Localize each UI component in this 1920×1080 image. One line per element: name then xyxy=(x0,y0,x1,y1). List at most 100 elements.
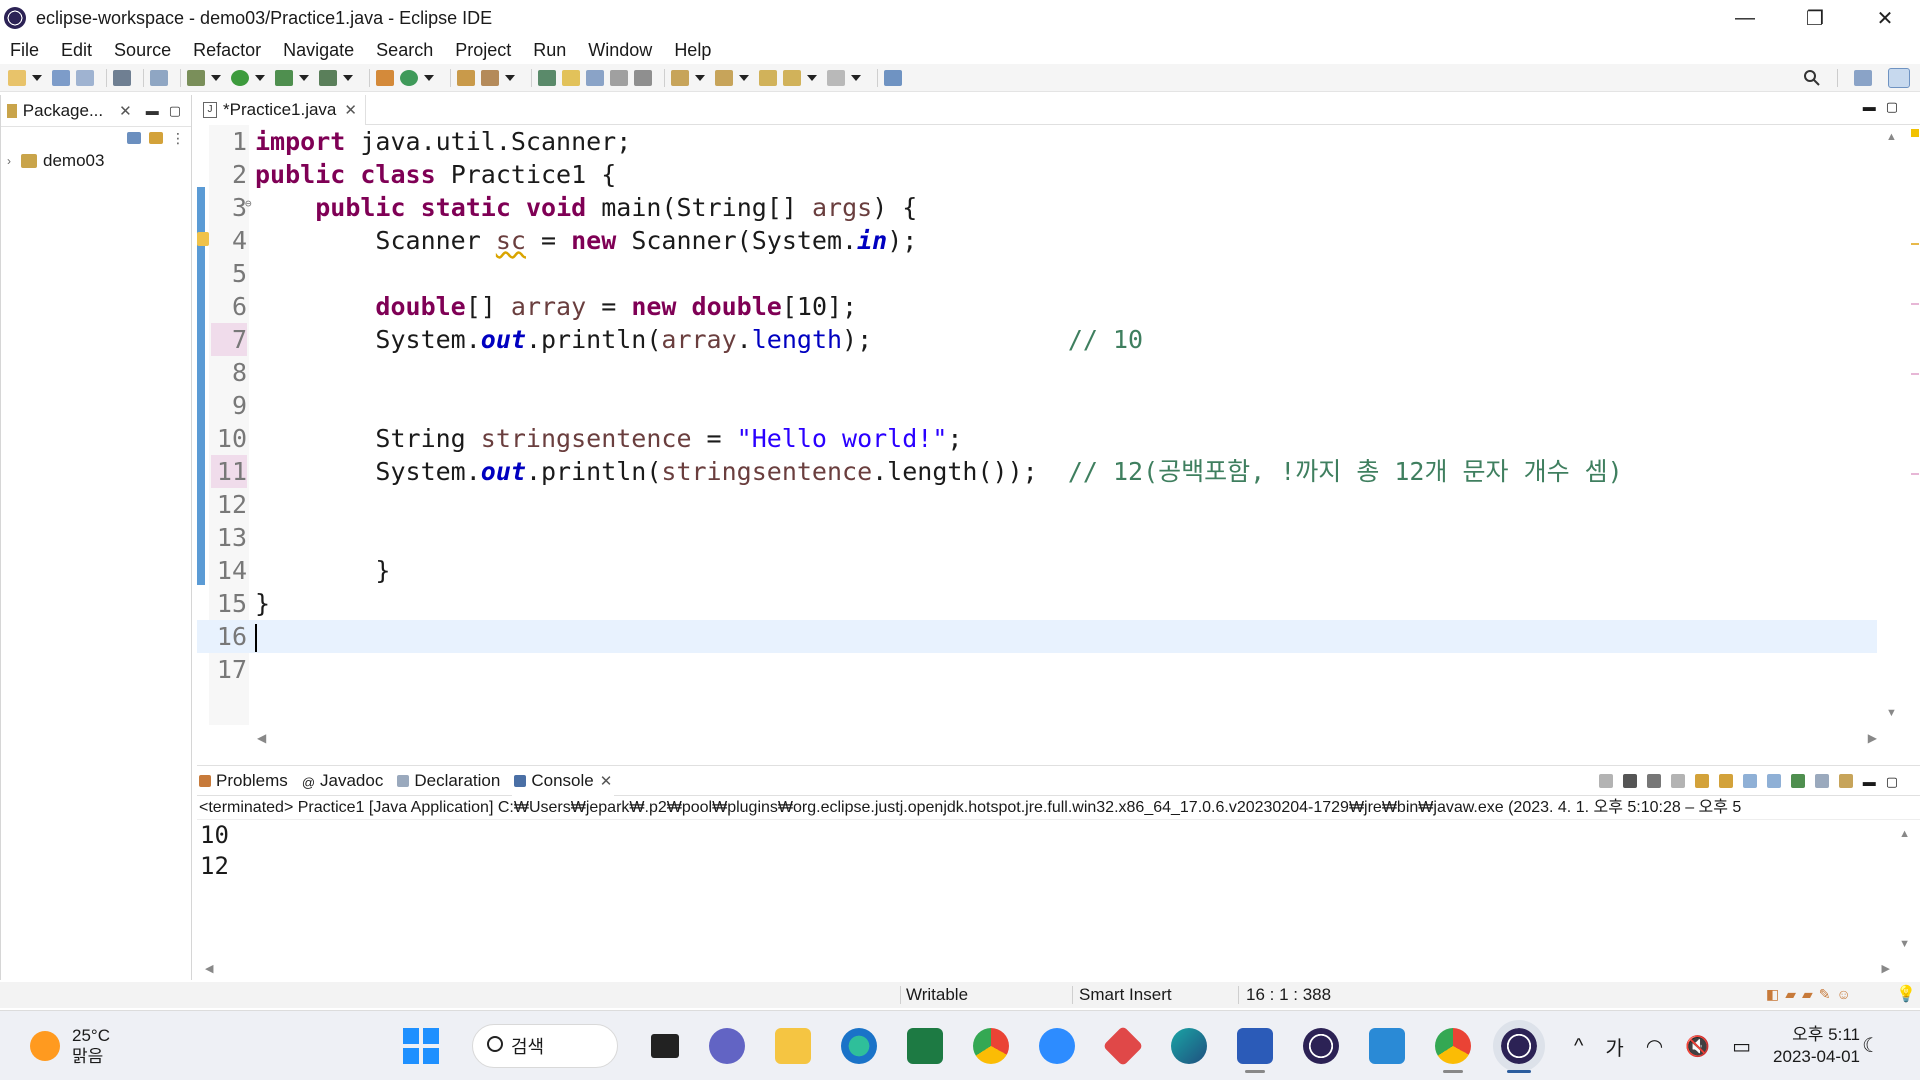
scroll-up-icon[interactable]: ▲ xyxy=(1886,131,1897,143)
task-view-icon[interactable] xyxy=(651,1034,679,1058)
show-whitespace-icon[interactable] xyxy=(634,69,652,86)
next-annotation-dropdown-icon[interactable] xyxy=(695,74,705,81)
next-annotation-icon[interactable] xyxy=(671,69,689,86)
teams-chat-icon[interactable] xyxy=(709,1028,745,1064)
scroll-up-icon[interactable]: ▲ xyxy=(1899,828,1910,840)
close-icon[interactable]: ✕ xyxy=(600,772,613,790)
menu-navigate[interactable]: Navigate xyxy=(283,40,354,61)
new-java-package-icon[interactable] xyxy=(376,69,394,86)
show-console-stdout-icon[interactable] xyxy=(1742,774,1757,788)
remove-launch-icon[interactable] xyxy=(1622,774,1637,788)
expand-arrow-icon[interactable]: › xyxy=(7,154,11,168)
pin-editor-icon[interactable] xyxy=(884,69,902,86)
run-dropdown-icon[interactable] xyxy=(255,74,265,81)
java-perspective-icon[interactable] xyxy=(1888,68,1910,88)
skip-breakpoints-icon[interactable] xyxy=(150,69,168,86)
search-dropdown-icon[interactable] xyxy=(505,74,515,81)
edge-browser-icon[interactable] xyxy=(841,1028,877,1064)
file-explorer-icon[interactable] xyxy=(775,1028,811,1064)
eclipse-active-icon[interactable] xyxy=(1493,1020,1545,1073)
wifi-icon[interactable]: ◠ xyxy=(1646,1034,1663,1059)
warning-icon[interactable] xyxy=(197,232,209,246)
show-console-stderr-icon[interactable] xyxy=(1766,774,1781,788)
minimize-maximize-icons[interactable]: ▬▢ xyxy=(1863,774,1908,790)
clear-console-icon[interactable] xyxy=(1670,774,1685,788)
menu-edit[interactable]: Edit xyxy=(61,40,92,61)
coverage-dropdown-icon[interactable] xyxy=(299,74,309,81)
new-icon[interactable] xyxy=(8,69,26,86)
warning-summary-icon[interactable] xyxy=(1911,129,1919,137)
minimize-maximize-icons[interactable]: ▬▢ xyxy=(1863,99,1908,115)
overview-mark[interactable] xyxy=(1911,243,1919,245)
toggle-block-selection-icon[interactable] xyxy=(586,69,604,86)
overview-mark[interactable] xyxy=(1911,303,1919,305)
scroll-left-icon[interactable]: ◀ xyxy=(257,731,266,745)
save-all-icon[interactable] xyxy=(76,69,94,86)
menu-project[interactable]: Project xyxy=(455,40,511,61)
new-class-dropdown-icon[interactable] xyxy=(424,74,434,81)
terminate-icon[interactable] xyxy=(1598,774,1613,788)
search-icon[interactable] xyxy=(1803,69,1821,87)
close-button[interactable]: ✕ xyxy=(1850,0,1920,36)
tip-bulb-icon[interactable]: 💡 xyxy=(1896,984,1916,1004)
scroll-left-icon[interactable]: ◀ xyxy=(205,962,213,975)
ime-indicator[interactable]: 가 xyxy=(1605,1032,1623,1061)
console-output[interactable]: 10 12 xyxy=(197,820,1920,882)
scroll-lock-icon[interactable] xyxy=(1694,774,1709,788)
editor-tab-practice1[interactable]: J *Practice1.java ✕ xyxy=(197,94,366,125)
chrome-profile-icon[interactable] xyxy=(1435,1028,1471,1073)
restore-button[interactable]: ❐ xyxy=(1780,0,1850,36)
status-insert-mode[interactable]: Smart Insert xyxy=(1079,985,1172,1005)
editor-vertical-scrollbar[interactable]: ▲ ▼ xyxy=(1882,129,1902,729)
save-icon[interactable] xyxy=(52,69,70,86)
annotation-icon[interactable] xyxy=(538,69,556,86)
fold-collapse-icon[interactable]: ⊖ xyxy=(245,187,252,220)
status-cursor-position[interactable]: 16 : 1 : 388 xyxy=(1246,985,1331,1005)
open-task-icon[interactable] xyxy=(481,69,499,86)
collapse-all-icon[interactable] xyxy=(127,132,141,144)
forward-dropdown-icon[interactable] xyxy=(851,74,861,81)
tab-problems[interactable]: Problems xyxy=(197,766,290,796)
menu-help[interactable]: Help xyxy=(674,40,711,61)
menu-refactor[interactable]: Refactor xyxy=(193,40,261,61)
show-hidden-icons-icon[interactable]: ^ xyxy=(1574,1035,1583,1058)
chrome-icon[interactable] xyxy=(973,1028,1009,1064)
link-with-editor-icon[interactable] xyxy=(149,132,163,144)
run-icon[interactable] xyxy=(231,69,249,86)
menu-file[interactable]: File xyxy=(10,40,39,61)
word-wrap-icon[interactable] xyxy=(1718,774,1733,788)
app-diamond-icon[interactable] xyxy=(1102,1025,1144,1067)
eclipse-app-icon[interactable] xyxy=(1303,1028,1339,1064)
battery-icon[interactable]: ▭ xyxy=(1732,1034,1751,1059)
previous-annotation-dropdown-icon[interactable] xyxy=(739,74,749,81)
new-dropdown-icon[interactable] xyxy=(32,74,42,81)
debug-icon[interactable] xyxy=(187,69,205,86)
scroll-right-icon[interactable]: ▶ xyxy=(1882,962,1890,975)
menu-window[interactable]: Window xyxy=(588,40,652,61)
toggle-mark-occurrences-icon[interactable] xyxy=(562,69,580,86)
volume-muted-icon[interactable]: 🔇 xyxy=(1685,1034,1710,1059)
forward-icon[interactable] xyxy=(827,69,845,86)
app-swirl-icon[interactable] xyxy=(1171,1028,1207,1064)
tab-javadoc[interactable]: @ Javadoc xyxy=(300,766,386,796)
scroll-down-icon[interactable]: ▼ xyxy=(1886,707,1897,719)
status-indicator-icons[interactable]: ◧▰▰✎☺ xyxy=(1766,986,1876,1002)
terminal-icon[interactable] xyxy=(113,69,131,86)
coverage-icon[interactable] xyxy=(275,69,293,86)
editor-horizontal-scrollbar[interactable]: ◀ ▶ xyxy=(257,731,1877,749)
overview-mark[interactable] xyxy=(1911,473,1919,475)
tab-declaration[interactable]: Declaration xyxy=(395,766,502,796)
minimize-maximize-icons[interactable]: ▬▢ xyxy=(146,103,191,119)
view-menu-icon[interactable]: ⋮ xyxy=(171,130,185,147)
overview-ruler[interactable] xyxy=(1910,129,1920,729)
pin-console-icon[interactable] xyxy=(1790,774,1805,788)
vscode-icon[interactable] xyxy=(1369,1028,1405,1064)
taskbar-search-box[interactable]: 검색 xyxy=(472,1024,618,1068)
notification-moon-icon[interactable]: ☾ xyxy=(1862,1033,1880,1058)
word-icon[interactable] xyxy=(1237,1028,1273,1073)
zoom-icon[interactable] xyxy=(1039,1028,1075,1064)
menu-source[interactable]: Source xyxy=(114,40,171,61)
close-icon[interactable]: ✕ xyxy=(119,102,132,120)
last-edit-location-icon[interactable] xyxy=(759,69,777,86)
remove-all-terminated-icon[interactable] xyxy=(1646,774,1661,788)
